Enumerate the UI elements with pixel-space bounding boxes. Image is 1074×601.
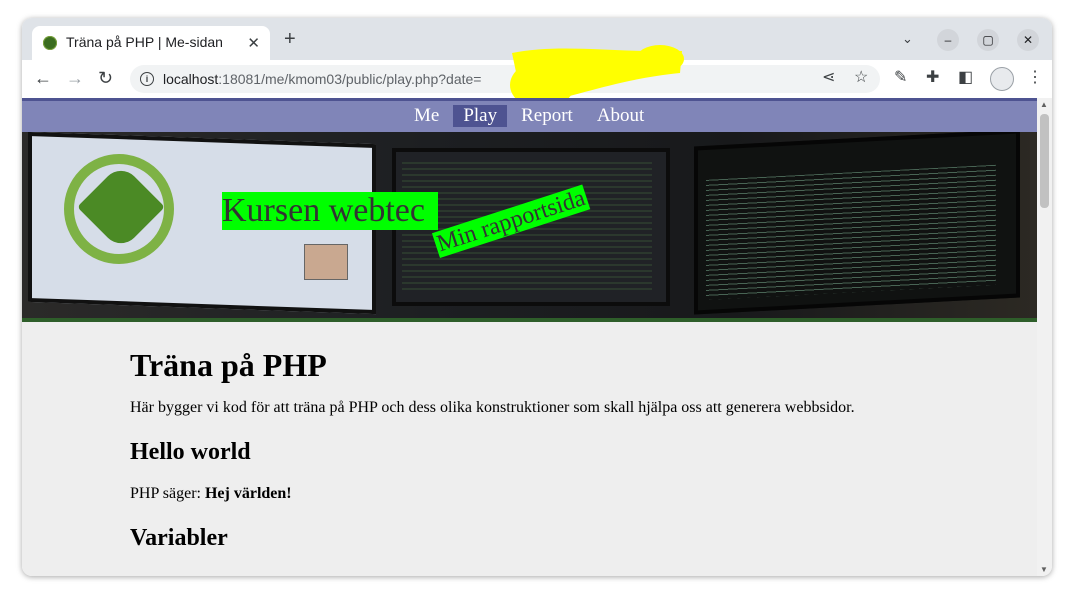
php-output-line: PHP säger: Hej världen! [130, 484, 930, 504]
forward-arrow-icon[interactable]: → [66, 68, 84, 88]
banner-title: Kursen webtec [222, 192, 438, 230]
variables-heading: Variabler [130, 525, 228, 551]
tab-active[interactable]: Träna på PHP | Me-sidan ✕ [32, 26, 270, 60]
tab-close-icon[interactable]: ✕ [247, 34, 260, 52]
menu-kebab-icon[interactable]: ⋮ [1027, 69, 1043, 87]
main-content: Träna på PHP Här bygger vi kod för att t… [130, 326, 930, 552]
tab-search-chevron-icon[interactable]: ⌄ [902, 31, 913, 47]
close-window-button[interactable]: ✕ [1017, 29, 1039, 51]
site-navbar: Me Play Report About [22, 98, 1037, 132]
maximize-button[interactable]: ▢ [977, 29, 999, 51]
new-tab-button[interactable]: + [284, 29, 296, 49]
intro-text: Här bygger vi kod för att träna på PHP o… [130, 399, 855, 416]
bth-favicon-icon [43, 36, 57, 50]
side-panel-icon[interactable]: ◧ [958, 69, 973, 87]
header-banner: Kursen webtec Min rapportsida [22, 132, 1037, 322]
profile-avatar[interactable] [990, 67, 1014, 91]
php-output-label: PHP säger: [130, 485, 201, 502]
browser-window: Träna på PHP | Me-sidan ✕ + ⌄ – ▢ ✕ ← → … [22, 18, 1052, 576]
page-viewport: Me Play Report About Kursen webtec Min rapp… [22, 98, 1037, 576]
site-info-icon[interactable]: i [140, 72, 154, 86]
banner-monitor-right [694, 132, 1020, 315]
scrollbar[interactable]: ▲ ▼ [1037, 98, 1052, 576]
share-icon[interactable]: ⋖ [822, 69, 835, 87]
nav-link-play[interactable]: Play [453, 105, 508, 127]
address-bar[interactable]: i localhost:18081/me/kmom03/public/play.… [130, 45, 880, 109]
tab-title: Träna på PHP | Me-sidan [66, 34, 223, 50]
banner-photo [304, 244, 348, 280]
nav-link-about[interactable]: About [587, 105, 655, 127]
nav-link-me[interactable]: Me [404, 105, 449, 127]
back-arrow-icon[interactable]: ← [34, 68, 52, 88]
scroll-thumb[interactable] [1040, 114, 1049, 208]
hello-world-heading: Hello world [130, 439, 251, 465]
php-output-value: Hej världen! [204, 485, 292, 502]
nav-links: Me Play Report About [404, 105, 658, 127]
scroll-down-icon[interactable]: ▼ [1040, 565, 1048, 574]
nav-link-report[interactable]: Report [511, 105, 583, 127]
scroll-up-icon[interactable]: ▲ [1040, 100, 1048, 109]
bookmark-star-icon[interactable]: ☆ [854, 69, 868, 87]
reload-icon[interactable]: ↻ [98, 68, 113, 88]
toolbar: ← → ↻ i localhost:18081/me/kmom03/public… [22, 45, 1052, 109]
minimize-button[interactable]: – [937, 29, 959, 51]
eyedropper-icon[interactable]: ✎ [894, 69, 907, 87]
page-title: Träna på PHP [130, 347, 327, 383]
extensions-puzzle-icon[interactable]: ✚ [926, 69, 939, 87]
